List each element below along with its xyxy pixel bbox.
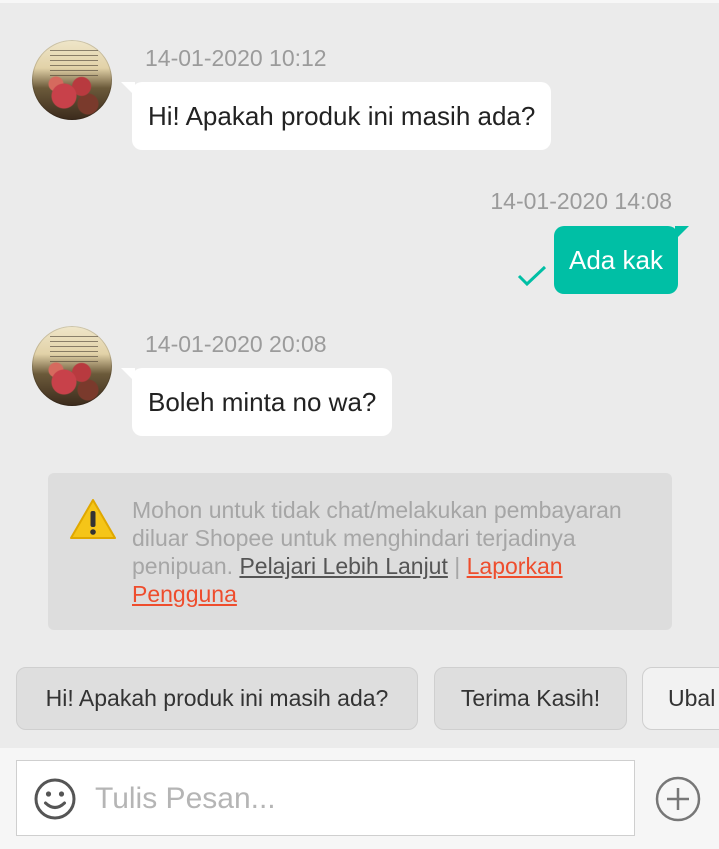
smiley-icon[interactable] (33, 777, 77, 821)
message-text: Hi! Apakah produk ini masih ada? (148, 101, 536, 131)
sent-check-icon (517, 265, 547, 286)
avatar[interactable] (32, 326, 112, 406)
anti-fraud-notice: Mohon untuk tidak chat/melakukan pembaya… (48, 473, 672, 630)
message-timestamp: 14-01-2020 14:08 (490, 188, 672, 214)
top-divider (0, 0, 719, 3)
report-link-label-2: Pengguna (132, 581, 237, 607)
report-link-label-1: Laporkan (466, 553, 563, 579)
message-timestamp: 14-01-2020 10:12 (145, 45, 327, 71)
message-bubble-incoming[interactable]: Hi! Apakah produk ini masih ada? (120, 82, 552, 150)
message-composer (0, 748, 719, 849)
avatar[interactable] (32, 40, 112, 120)
learn-more-link[interactable]: Pelajari Lebih Lanjut (239, 553, 447, 579)
warning-icon (70, 499, 116, 539)
message-input-box[interactable] (16, 760, 635, 836)
message-bubble-incoming[interactable]: Boleh minta no wa? (120, 368, 393, 436)
link-separator: | (454, 553, 461, 579)
quick-reply-chip[interactable]: Ubal (642, 667, 719, 730)
quick-reply-chip[interactable]: Terima Kasih! (434, 667, 627, 730)
notice-text-block: Mohon untuk tidak chat/melakukan pembaya… (132, 496, 652, 608)
plus-circle-icon[interactable] (654, 775, 702, 823)
message-timestamp: 14-01-2020 20:08 (145, 331, 327, 357)
message-input[interactable] (93, 769, 617, 829)
message-text: Ada kak (569, 245, 663, 275)
message-bubble-outgoing[interactable]: Ada kak (554, 226, 689, 294)
quick-reply-chip[interactable]: Hi! Apakah produk ini masih ada? (16, 667, 418, 730)
message-text: Boleh minta no wa? (148, 387, 377, 417)
